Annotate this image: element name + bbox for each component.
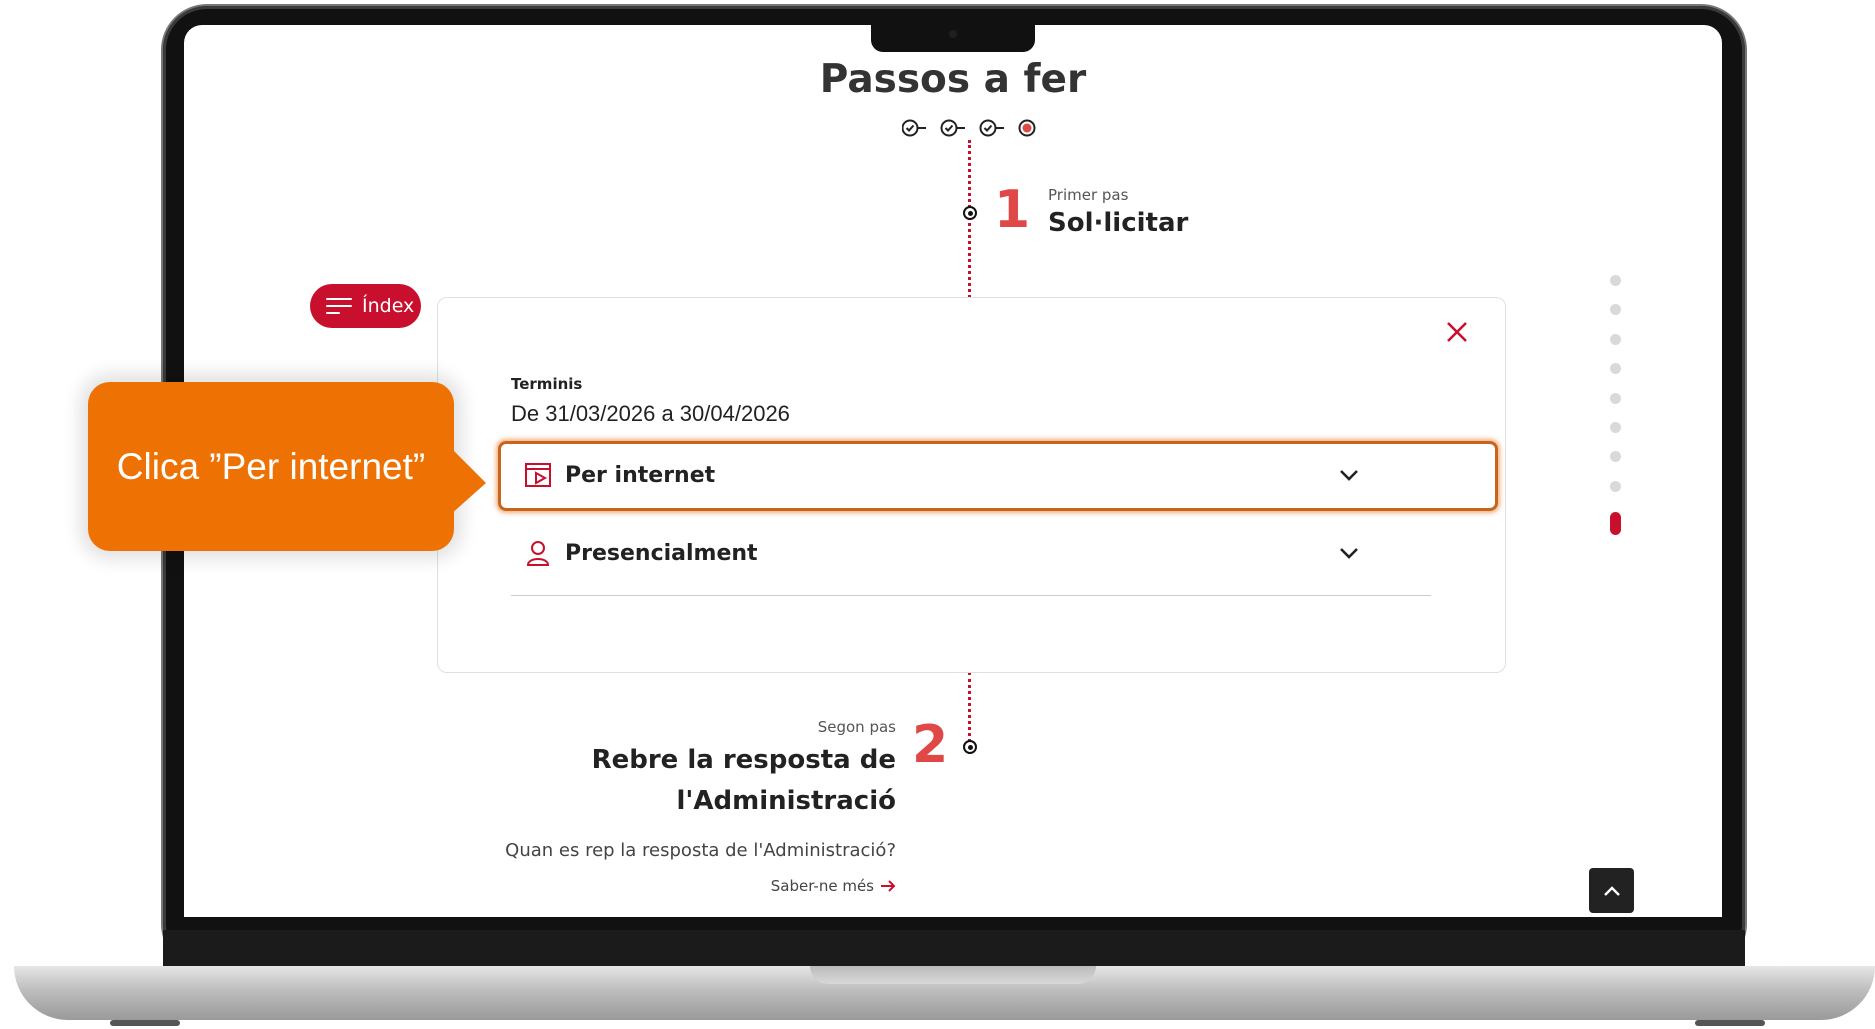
step-subtitle: Primer pas — [1048, 186, 1129, 204]
close-icon[interactable] — [1444, 319, 1470, 345]
camera-icon — [949, 30, 957, 38]
index-button[interactable]: Índex — [310, 284, 421, 328]
more-info-label: Saber-ne més — [770, 877, 874, 895]
timeline-node — [963, 740, 977, 754]
chevron-down-icon[interactable] — [1337, 541, 1361, 565]
more-info-link[interactable]: Saber-ne més — [771, 877, 896, 895]
laptop-chin — [163, 930, 1745, 968]
step-current-icon — [1018, 119, 1036, 137]
person-icon — [526, 541, 550, 566]
side-nav-dot-active[interactable] — [1610, 512, 1621, 535]
laptop-groove — [810, 966, 1096, 984]
side-nav-dot[interactable] — [1610, 481, 1621, 492]
side-nav-dot[interactable] — [1610, 422, 1621, 433]
side-nav-dot[interactable] — [1610, 393, 1621, 404]
side-nav-dot[interactable] — [1610, 451, 1621, 462]
terminis-value: De 31/03/2026 a 30/04/2026 — [511, 401, 790, 426]
step-done-icon — [940, 119, 958, 137]
chevron-up-icon — [1603, 885, 1620, 896]
side-nav-dot[interactable] — [1610, 363, 1621, 374]
laptop-foot-left — [110, 1020, 180, 1026]
step-number: 2 — [912, 715, 949, 775]
step-done-icon — [902, 119, 919, 137]
steps-progress — [902, 119, 1036, 137]
callout-pointer — [450, 447, 486, 515]
page-title: Passos a fer — [819, 57, 1087, 102]
accordion-divider — [511, 595, 1431, 596]
step-number: 1 — [994, 180, 1031, 240]
callout-text: Clica ”Per internet” — [116, 445, 426, 487]
terminis-label: Terminis — [511, 375, 583, 393]
step-done-icon — [979, 119, 997, 137]
arrow-right-icon — [881, 880, 896, 892]
accordion-label: Presencialment — [565, 540, 758, 566]
highlight-frame — [498, 441, 1498, 511]
step-title-line: Rebre la resposta de — [591, 745, 896, 775]
step-title: Rebre la resposta de l'Administració — [556, 740, 896, 822]
side-nav-dot[interactable] — [1610, 275, 1621, 286]
timeline-node — [963, 206, 977, 220]
scroll-top-button[interactable] — [1589, 868, 1634, 913]
index-button-label: Índex — [362, 295, 415, 317]
side-nav-dot[interactable] — [1610, 304, 1621, 315]
side-nav-dot[interactable] — [1610, 334, 1621, 345]
tutorial-callout: Clica ”Per internet” — [88, 382, 454, 551]
menu-icon — [326, 297, 352, 315]
step-title-line: l'Administració — [676, 786, 897, 816]
step-question: Quan es rep la resposta de l'Administrac… — [505, 840, 896, 861]
step-title: Sol·licitar — [1048, 208, 1189, 238]
step-subtitle: Segon pas — [817, 718, 896, 736]
accordion-presencialment[interactable]: Presencialment — [511, 523, 1371, 583]
laptop-foot-right — [1695, 1020, 1765, 1026]
camera-notch — [871, 22, 1035, 52]
timeline-line — [968, 140, 971, 322]
